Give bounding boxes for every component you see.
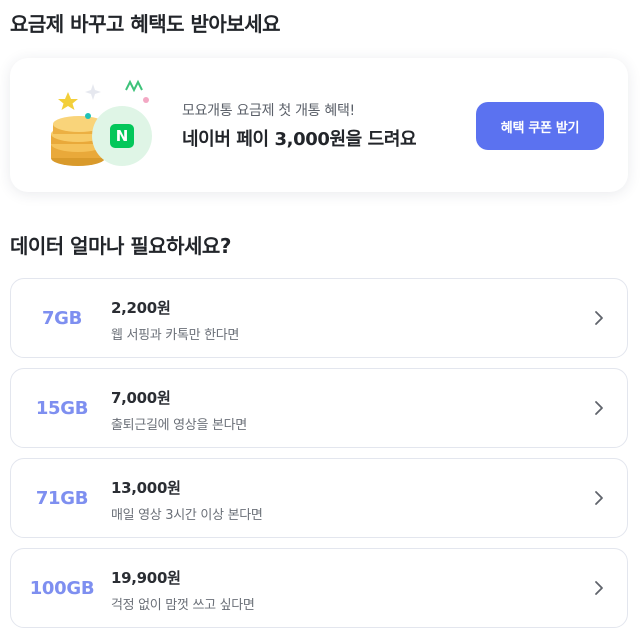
plan-description: 걱정 없이 맘껏 쓰고 싶다면 <box>111 598 255 613</box>
plan-description: 출퇴근길에 영상을 본다면 <box>111 418 247 433</box>
promo-section-title: 요금제 바꾸고 혜택도 받아보세요 <box>10 12 281 36</box>
plan-data-amount: 7GB <box>41 307 83 329</box>
plan-data-amount: 100GB <box>29 577 95 599</box>
plan-card[interactable]: 7GB 2,200원 웹 서핑과 카톡만 한다면 <box>10 278 628 358</box>
chevron-right-icon <box>595 401 603 415</box>
plan-price: 7,000원 <box>111 389 171 407</box>
plan-card[interactable]: 15GB 7,000원 출퇴근길에 영상을 본다면 <box>10 368 628 448</box>
chevron-right-icon <box>595 581 603 595</box>
get-benefit-coupon-button[interactable]: 혜택 쿠폰 받기 <box>476 102 604 150</box>
plan-description: 웹 서핑과 카톡만 한다면 <box>111 328 240 343</box>
plan-data-amount: 71GB <box>35 487 89 509</box>
promo-subtitle: 모요개통 요금제 첫 개통 혜택! <box>182 103 355 119</box>
plans-section-title: 데이터 얼마나 필요하세요? <box>10 234 231 258</box>
plan-price: 19,900원 <box>111 569 181 587</box>
chevron-right-icon <box>595 311 603 325</box>
chevron-right-icon <box>595 491 603 505</box>
plan-card[interactable]: 71GB 13,000원 매일 영상 3시간 이상 본다면 <box>10 458 628 538</box>
plan-data-amount: 15GB <box>35 397 89 419</box>
plan-card[interactable]: 100GB 19,900원 걱정 없이 맘껏 쓰고 싶다면 <box>10 548 628 628</box>
plan-price: 13,000원 <box>111 479 181 497</box>
plan-price: 2,200원 <box>111 299 171 317</box>
naver-pay-coins-illustration: N <box>48 78 158 178</box>
promo-headline: 네이버 페이 3,000원을 드려요 <box>182 129 417 150</box>
naver-logo-text: N <box>116 127 129 145</box>
promo-card: N 모요개통 요금제 첫 개통 혜택! 네이버 페이 3,000원을 드려요 혜… <box>10 58 628 192</box>
plan-description: 매일 영상 3시간 이상 본다면 <box>111 508 263 523</box>
